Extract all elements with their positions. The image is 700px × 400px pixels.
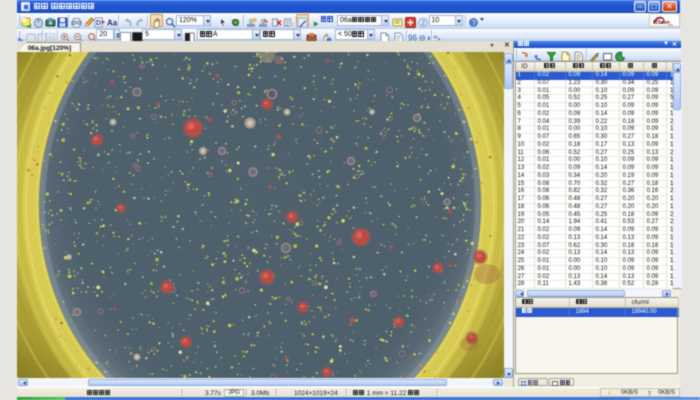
svg-text:.net: .net bbox=[667, 23, 673, 27]
svg-text:2: 2 bbox=[421, 20, 425, 27]
svg-text:Aa: Aa bbox=[107, 19, 118, 28]
svg-text:?: ? bbox=[472, 18, 477, 27]
svg-text:D: D bbox=[96, 20, 101, 27]
